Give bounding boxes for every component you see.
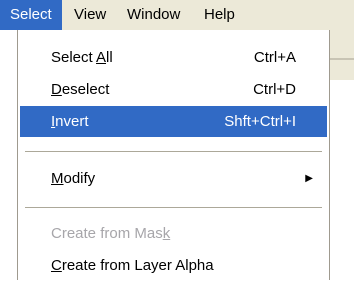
menu-separator [25,151,322,152]
menu-item-select-all[interactable]: Select All Ctrl+A [20,42,327,73]
menu-separator [25,207,322,208]
menu-help[interactable]: Help [194,0,245,30]
menu-item-modify[interactable]: Modify ▶ [20,163,327,194]
menu-item-create-from-mask: Create from Mask [20,218,327,249]
shortcut-text: Ctrl+A [253,49,296,66]
background-toolbar-strip [330,30,354,80]
menu-select[interactable]: Select [0,0,62,30]
menu-item-label: Create from Mask [51,225,171,242]
menu-item-deselect[interactable]: Deselect Ctrl+D [20,74,327,105]
select-dropdown-menu: Select All Ctrl+A Deselect Ctrl+D Invert… [17,30,330,280]
menu-item-label: Create from Layer Alpha [51,257,214,274]
shortcut-text: Ctrl+D [253,81,296,98]
submenu-arrow-icon: ▶ [305,173,313,184]
menu-item-label: Invert [51,113,89,130]
menu-item-create-from-layer-alpha[interactable]: Create from Layer Alpha [20,250,327,281]
menu-window[interactable]: Window [117,0,190,30]
shortcut-text: Shft+Ctrl+I [224,113,296,130]
menu-item-label: Select All [51,49,113,66]
menu-view[interactable]: View [64,0,116,30]
menu-bar: Select View Window Help [0,0,354,30]
menu-item-label: Deselect [51,81,110,98]
menu-item-invert[interactable]: Invert Shft+Ctrl+I [20,106,327,137]
menu-item-label: Modify [51,170,96,187]
